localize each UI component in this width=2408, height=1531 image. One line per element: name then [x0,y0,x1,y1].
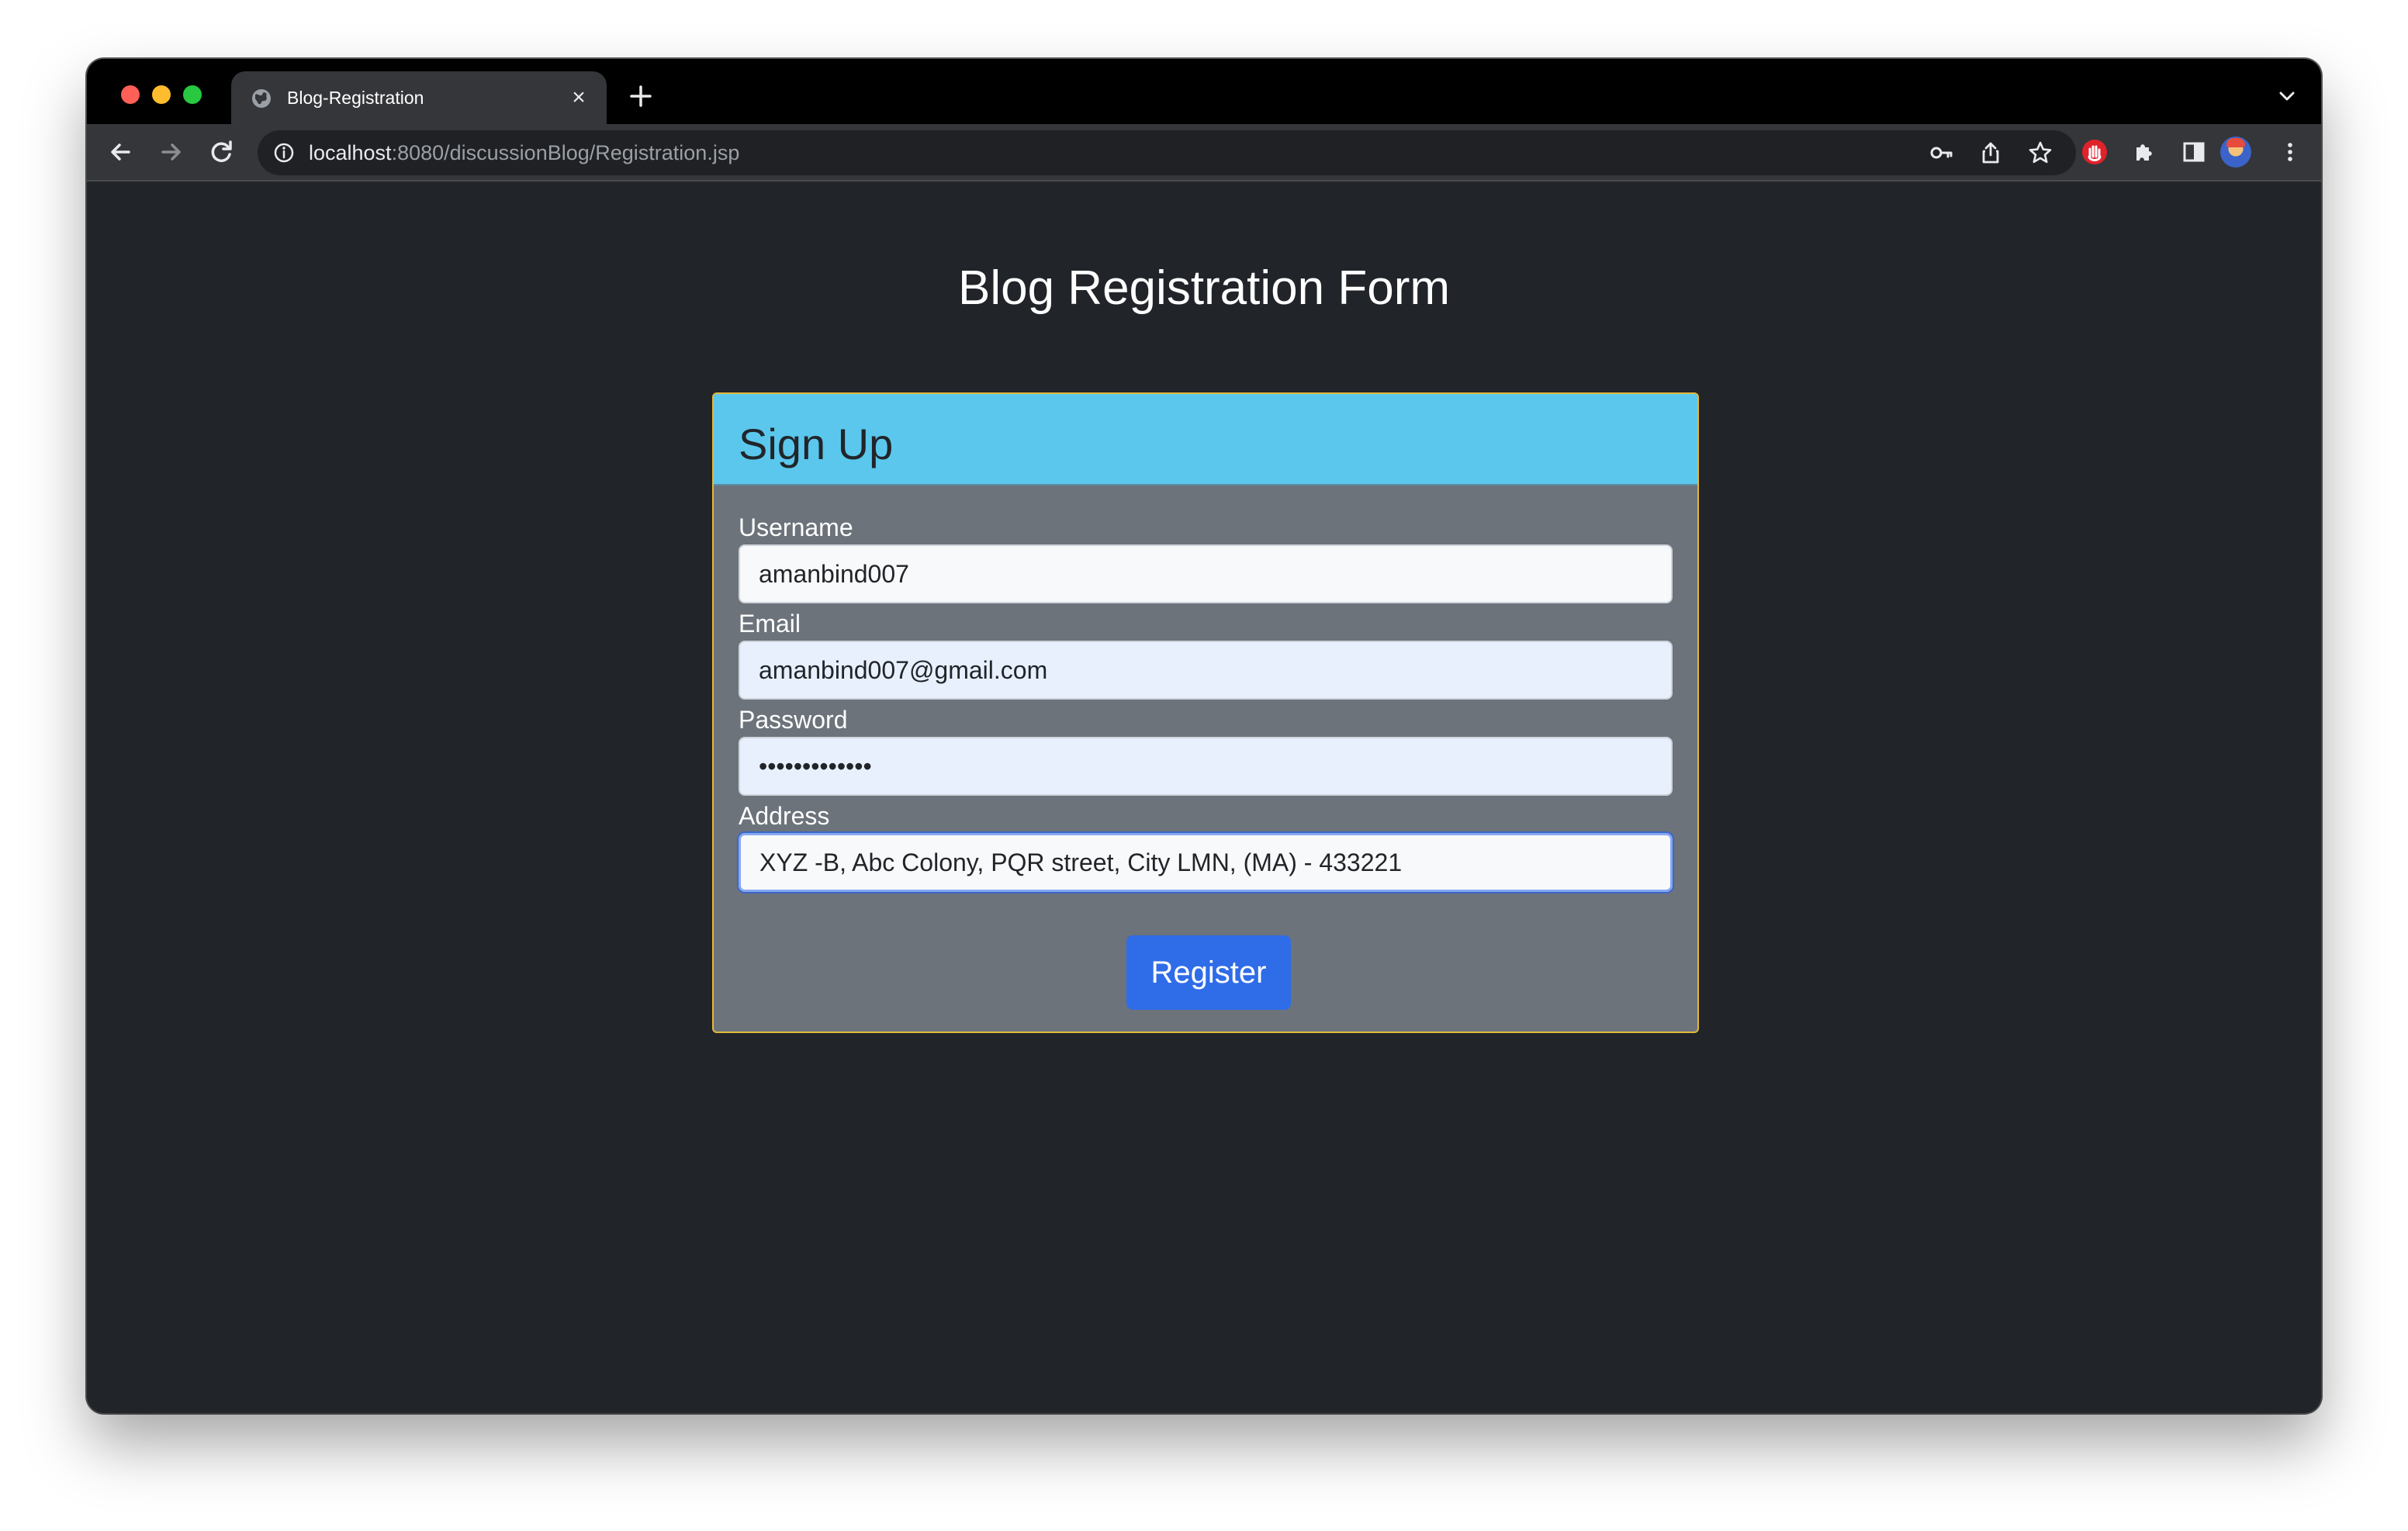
email-label: Email [739,610,801,638]
register-button[interactable]: Register [1126,935,1291,1010]
browser-window: Blog-Registration × localhost:8080/discu… [87,59,2321,1413]
forward-arrow-icon[interactable] [154,135,188,169]
extensions-puzzle-icon[interactable] [2130,138,2158,166]
minimize-window-button[interactable] [152,85,171,104]
card-header: Sign Up [714,394,1697,486]
profile-avatar[interactable] [2220,137,2251,168]
back-arrow-icon[interactable] [104,135,138,169]
page-title: Blog Registration Form [957,261,1451,315]
browser-toolbar: localhost:8080/discussionBlog/Registrati… [87,124,2321,181]
globe-icon [252,89,271,108]
tab-blog-registration[interactable]: Blog-Registration × [231,71,607,124]
info-icon[interactable] [273,142,295,164]
password-label: Password [739,706,848,734]
close-window-button[interactable] [121,85,140,104]
page-content: Blog Registration Form Sign Up Username … [87,181,2321,1413]
side-panel-icon[interactable] [2180,138,2208,166]
username-input[interactable] [739,544,1673,603]
key-icon[interactable] [1929,140,1953,165]
tab-strip: Blog-Registration × [87,59,2321,124]
card-title: Sign Up [739,420,894,468]
address-label: Address [739,802,830,830]
more-menu-icon[interactable] [2276,138,2304,166]
maximize-window-button[interactable] [183,85,202,104]
url-text[interactable]: localhost:8080/discussionBlog/Registrati… [309,140,739,165]
star-icon[interactable] [2028,140,2053,165]
share-icon[interactable] [1978,140,2003,165]
username-label: Username [739,513,853,541]
address-input[interactable] [739,833,1673,892]
close-tab-icon[interactable]: × [565,84,593,112]
reload-icon[interactable] [205,135,239,169]
url-path: :8080/discussionBlog/Registration.jsp [391,141,740,164]
address-bar[interactable]: localhost:8080/discussionBlog/Registrati… [258,130,2076,175]
url-host: localhost [309,141,392,164]
email-input[interactable] [739,641,1673,700]
signup-card: Sign Up Username Email Password Address … [712,392,1699,1033]
adblock-extension-icon[interactable] [2081,138,2109,166]
chevron-down-icon[interactable] [2273,82,2301,110]
new-tab-icon[interactable] [624,79,658,113]
tab-title: Blog-Registration [287,88,424,108]
password-input[interactable] [739,737,1673,796]
